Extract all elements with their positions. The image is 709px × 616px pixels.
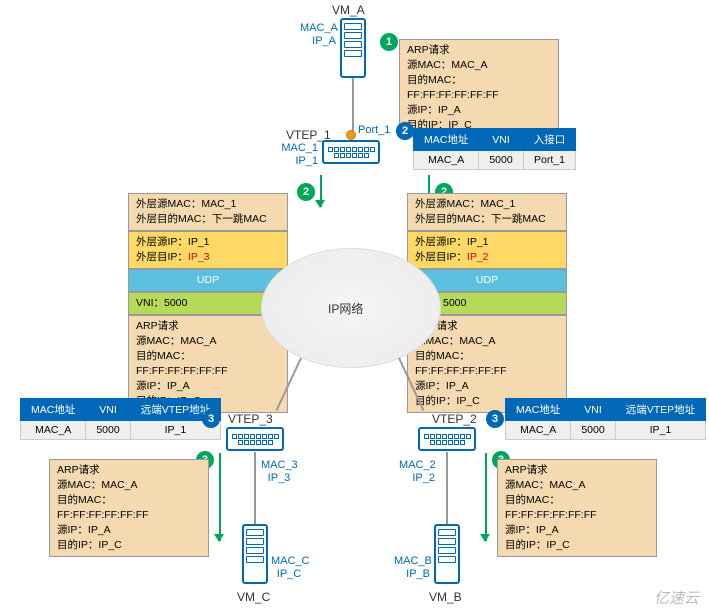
td: MAC_A	[21, 421, 86, 440]
switch-icon	[322, 140, 380, 164]
row: 目的MAC：FF:FF:FF:FF:FF:FF	[505, 493, 649, 523]
td: 5000	[571, 421, 615, 440]
arrow-down	[212, 453, 226, 541]
cloud-label: IP网络	[328, 300, 363, 317]
arp-title: ARP请求	[407, 43, 551, 58]
mac-table-left: MAC地址VNI远端VTEP地址 MAC_A5000IP_1	[20, 398, 221, 440]
vm-a-info: MAC_A IP_A	[300, 22, 336, 48]
mac-table-right: MAC地址VNI远端VTEP地址 MAC_A5000IP_1	[505, 398, 706, 440]
vmc-title: VM_C	[237, 590, 270, 604]
th: VNI	[479, 129, 523, 151]
row: 源MAC：MAC_A	[136, 334, 280, 349]
vm-a-ip: IP_A	[300, 35, 336, 48]
vmc-ip: IP_C	[271, 568, 307, 581]
vm-a-mac: MAC_A	[300, 22, 336, 35]
row: 外层源MAC：MAC_1	[415, 197, 559, 212]
vtep3-ip: IP_3	[261, 472, 297, 485]
td: Port_1	[523, 151, 576, 170]
vmc-info: MAC_C IP_C	[271, 555, 307, 581]
vm-a-title: VM_A	[332, 3, 365, 17]
step-3-blue-r: 3	[486, 410, 504, 428]
row: 源MAC：MAC_A	[505, 478, 649, 493]
step-2-blue: 2	[396, 122, 414, 140]
vmb-info: MAC_B IP_B	[394, 555, 430, 581]
vtep3-info: MAC_3 IP_3	[261, 459, 297, 485]
row: 外层目IP：	[136, 251, 188, 263]
watermark: 亿速云	[654, 587, 699, 608]
arp-srcmac: 源MAC：MAC_A	[407, 58, 551, 73]
vtep3-title: VTEP_3	[228, 412, 273, 426]
th: MAC地址	[21, 399, 86, 421]
vmb-ip: IP_B	[394, 568, 430, 581]
mac-table-top: MAC地址VNI入接口 MAC_A5000Port_1	[413, 128, 576, 170]
row: UDP	[128, 269, 288, 292]
row: 源MAC：MAC_A	[57, 478, 201, 493]
row: 源MAC：MAC_A	[415, 334, 559, 349]
td: MAC_A	[414, 151, 479, 170]
server-icon	[242, 524, 268, 584]
row: 目的IP：IP_C	[505, 538, 649, 553]
arp-srcip: 源IP：IP_A	[407, 103, 551, 118]
row: 外层目的MAC：下一跳MAC	[415, 212, 559, 227]
vtep2-info: MAC_2 IP_2	[399, 459, 435, 485]
row: 外层源MAC：MAC_1	[136, 197, 280, 212]
arrow-down	[478, 453, 492, 541]
ip-dst-red: IP_3	[188, 251, 210, 263]
row: 外层目IP：	[415, 251, 467, 263]
vtep1-ip: IP_1	[280, 155, 318, 168]
server-icon	[434, 524, 460, 584]
td: IP_1	[615, 421, 705, 440]
link-line	[254, 452, 256, 525]
row: ARP请求	[136, 319, 280, 334]
td: MAC_A	[506, 421, 571, 440]
server-icon	[340, 18, 366, 78]
switch-icon	[226, 427, 284, 451]
vtep2-ip: IP_2	[399, 472, 435, 485]
step-2a: 2	[297, 183, 315, 201]
vtep2-title: VTEP_2	[432, 412, 477, 426]
port-dot	[346, 130, 356, 140]
row: 外层源IP：IP_1	[415, 235, 559, 250]
vtep2-mac: MAC_2	[399, 459, 435, 472]
row: 外层源IP：IP_1	[136, 235, 280, 250]
arp-packet-right: ARP请求 源MAC：MAC_A 目的MAC：FF:FF:FF:FF:FF:FF…	[497, 459, 657, 557]
vtep3-mac: MAC_3	[261, 459, 297, 472]
vtep1-info: MAC_1 IP_1	[280, 142, 318, 168]
arp-dstmac: 目的MAC：FF:FF:FF:FF:FF:FF	[407, 73, 551, 103]
row: 源IP：IP_A	[505, 523, 649, 538]
td: 5000	[479, 151, 523, 170]
th: 入接口	[523, 129, 576, 151]
step-3-blue-l: 3	[202, 410, 220, 428]
row: 目的MAC：FF:FF:FF:FF:FF:FF	[415, 349, 559, 379]
port1-label: Port_1	[358, 124, 390, 137]
arp-packet-left: ARP请求 源MAC：MAC_A 目的MAC：FF:FF:FF:FF:FF:FF…	[49, 459, 209, 557]
th: MAC地址	[414, 129, 479, 151]
vmc-mac: MAC_C	[271, 555, 307, 568]
switch-icon	[418, 427, 476, 451]
row: 源IP：IP_A	[136, 379, 280, 394]
row: 源IP：IP_A	[415, 379, 559, 394]
th: 远端VTEP地址	[615, 399, 705, 421]
arp-packet-1: ARP请求 源MAC：MAC_A 目的MAC：FF:FF:FF:FF:FF:FF…	[399, 39, 559, 137]
row: 源IP：IP_A	[57, 523, 201, 538]
vtep1-mac: MAC_1	[280, 142, 318, 155]
row: ARP请求	[57, 463, 201, 478]
ip-dst-red: IP_2	[467, 251, 489, 263]
link-line	[446, 452, 448, 525]
th: VNI	[571, 399, 615, 421]
vmb-title: VM_B	[429, 590, 462, 604]
row: 外层目的MAC：下一跳MAC	[136, 212, 280, 227]
td: 5000	[86, 421, 130, 440]
row: 目的IP：IP_C	[57, 538, 201, 553]
row: 目的MAC：FF:FF:FF:FF:FF:FF	[57, 493, 201, 523]
link-line	[352, 78, 354, 138]
step-1-badge: 1	[380, 33, 398, 51]
th: MAC地址	[506, 399, 571, 421]
arrow-down	[313, 175, 327, 207]
vmb-mac: MAC_B	[394, 555, 430, 568]
row: ARP请求	[505, 463, 649, 478]
row: 目的MAC：FF:FF:FF:FF:FF:FF	[136, 349, 280, 379]
th: VNI	[86, 399, 130, 421]
